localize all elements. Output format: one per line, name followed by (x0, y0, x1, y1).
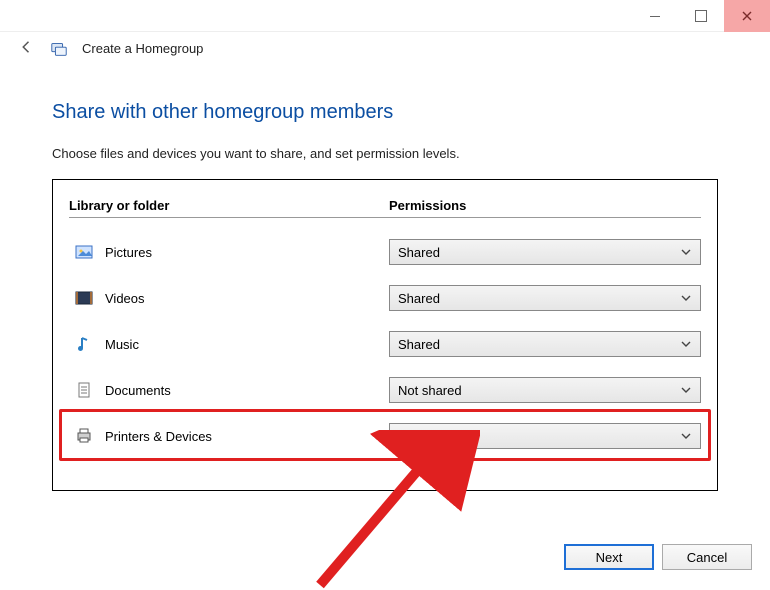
window-header: Create a Homegroup (0, 32, 770, 73)
videos-icon (75, 289, 93, 307)
share-panel: Library or folder Permissions Pictures S… (52, 179, 718, 491)
window-title: Create a Homegroup (82, 41, 203, 56)
instruction-text: Choose files and devices you want to sha… (52, 146, 718, 161)
dropdown-value: Not shared (398, 383, 462, 398)
chevron-down-icon (680, 246, 692, 258)
table-row: Music Shared (69, 324, 701, 364)
annotation-highlight-box (59, 409, 711, 461)
permission-dropdown-music[interactable]: Shared (389, 331, 701, 357)
table-row: Videos Shared (69, 278, 701, 318)
permission-dropdown-pictures[interactable]: Shared (389, 239, 701, 265)
chevron-down-icon (680, 292, 692, 304)
col-header-library: Library or folder (69, 198, 389, 213)
chevron-down-icon (680, 338, 692, 350)
maximize-button[interactable] (678, 0, 724, 32)
library-label: Videos (105, 291, 145, 306)
minimize-button[interactable] (632, 0, 678, 32)
pictures-icon (75, 243, 93, 261)
chevron-down-icon (680, 384, 692, 396)
library-label: Music (105, 337, 139, 352)
library-label: Pictures (105, 245, 152, 260)
wizard-footer: Next Cancel (564, 544, 752, 570)
table-row: Documents Not shared (69, 370, 701, 410)
documents-icon (75, 381, 93, 399)
dropdown-value: Shared (398, 337, 440, 352)
back-arrow-icon[interactable] (18, 38, 36, 59)
table-row: Pictures Shared (69, 232, 701, 272)
page-heading: Share with other homegroup members (52, 101, 718, 124)
dropdown-value: Shared (398, 291, 440, 306)
permission-dropdown-documents[interactable]: Not shared (389, 377, 701, 403)
permission-dropdown-videos[interactable]: Shared (389, 285, 701, 311)
col-header-permissions: Permissions (389, 198, 466, 213)
next-button[interactable]: Next (564, 544, 654, 570)
table-header: Library or folder Permissions (69, 198, 701, 218)
title-bar (0, 0, 770, 32)
cancel-button[interactable]: Cancel (662, 544, 752, 570)
close-button[interactable] (724, 0, 770, 32)
homegroup-icon (50, 40, 68, 58)
dropdown-value: Shared (398, 245, 440, 260)
music-icon (75, 335, 93, 353)
library-label: Documents (105, 383, 171, 398)
